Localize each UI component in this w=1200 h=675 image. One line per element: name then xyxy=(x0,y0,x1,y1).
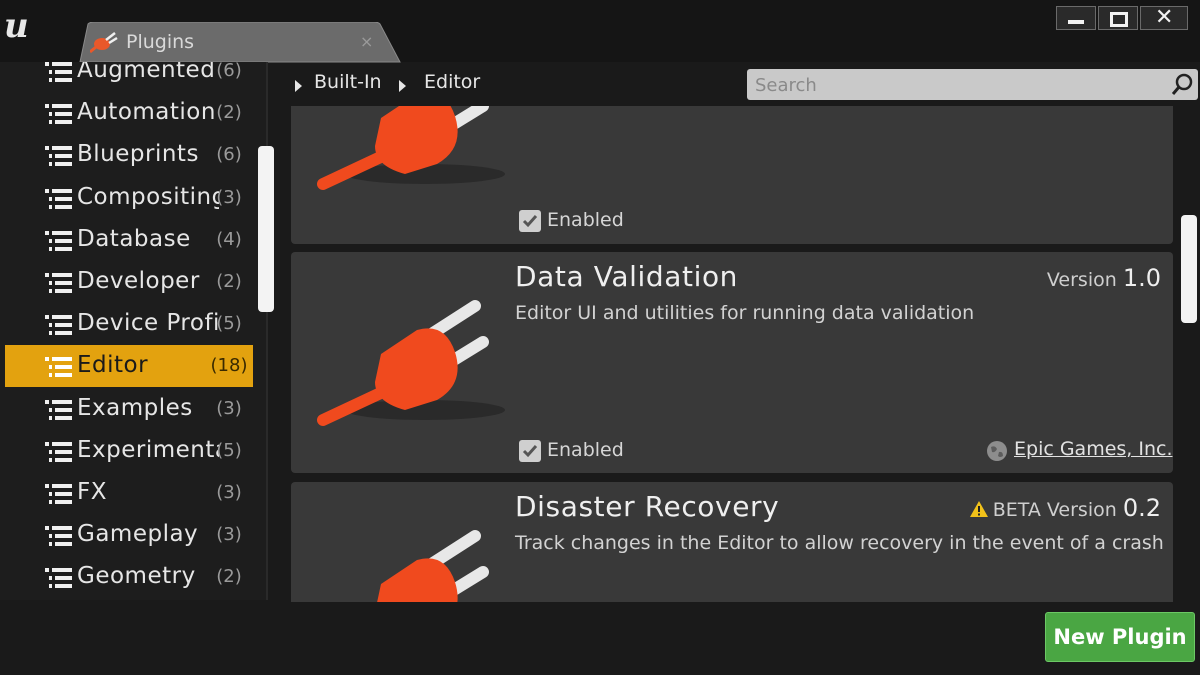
sidebar-item-count: (2) xyxy=(216,566,242,588)
plugin-plug-icon xyxy=(377,530,489,602)
list-tree-icon xyxy=(45,230,72,251)
plugin-description: Editor UI and utilities for running data… xyxy=(515,302,975,324)
list-tree-icon xyxy=(45,62,72,82)
plugin-version: Version 1.0 xyxy=(1046,264,1161,292)
sidebar-item-count: (3) xyxy=(216,397,242,419)
sidebar-item-count: (6) xyxy=(216,62,242,81)
enabled-label: Enabled xyxy=(547,439,624,461)
plugin-author: Epic Games, Inc. xyxy=(986,438,1173,464)
footer-bar xyxy=(0,602,1200,675)
sidebar-item-blueprints[interactable]: Blueprints (6) xyxy=(5,134,253,176)
sidebar-item-label: Augmented xyxy=(77,62,216,83)
author-link[interactable]: Epic Games, Inc. xyxy=(1014,438,1173,460)
list-tree-icon xyxy=(45,441,72,462)
sidebar-item-examples[interactable]: Examples (3) xyxy=(5,388,253,430)
sidebar-item-label: Compositing xyxy=(77,183,219,210)
plugin-name: Disaster Recovery xyxy=(515,490,780,523)
sidebar-item-label: Examples xyxy=(77,394,193,421)
maximize-button[interactable] xyxy=(1098,6,1138,30)
sidebar-item-label: Device Profi xyxy=(77,310,219,337)
sidebar-item-label: FX xyxy=(77,479,107,505)
globe-icon xyxy=(987,441,1007,461)
sidebar-item-device-profi[interactable]: Device Profi (5) xyxy=(5,303,253,345)
sidebar-item-label: Developer xyxy=(77,268,200,294)
list-tree-icon xyxy=(45,273,72,293)
list-tree-icon xyxy=(45,568,72,589)
plugin-card-disaster-recovery[interactable]: Disaster Recovery BETA Version 0.2 Track… xyxy=(291,482,1173,602)
breadcrumb-item-editor[interactable]: Editor xyxy=(424,71,480,93)
sidebar-item-gameplay[interactable]: Gameplay (3) xyxy=(5,514,253,556)
sidebar-item-label: Gameplay xyxy=(77,521,199,548)
sidebar-item-count: (2) xyxy=(216,102,242,124)
sidebar-item-count: (3) xyxy=(216,186,242,208)
plugin-card[interactable]: Enabled xyxy=(291,106,1173,244)
sidebar-item-editor[interactable]: Editor (18) xyxy=(5,345,253,388)
sidebar-item-fx[interactable]: FX (3) xyxy=(5,472,253,514)
breadcrumb-item-built-in[interactable]: Built-In xyxy=(314,71,382,93)
list-tree-icon xyxy=(45,399,72,420)
breadcrumb-arrow-icon xyxy=(295,80,302,92)
sidebar-divider xyxy=(266,62,268,600)
plugin-name: Data Validation xyxy=(515,260,739,293)
sidebar-item-count: (18) xyxy=(210,355,248,377)
category-sidebar: Augmented (6) Automation (2) Blueprints (6) Co… xyxy=(0,62,268,600)
unreal-logo-icon: u xyxy=(4,6,29,46)
sidebar-item-count: (2) xyxy=(216,271,242,292)
search-input[interactable] xyxy=(753,71,1167,99)
plugin-card-data-validation[interactable]: Data Validation Version 1.0 Editor UI an… xyxy=(291,252,1173,473)
sidebar-item-label: Geometry xyxy=(77,563,196,590)
list-tree-icon xyxy=(45,188,72,209)
sidebar-item-label: Editor xyxy=(77,352,149,379)
sidebar-item-compositing[interactable]: Compositing (3) xyxy=(5,177,253,219)
sidebar-item-experimenta[interactable]: Experimenta (5) xyxy=(5,430,253,472)
enabled-label: Enabled xyxy=(547,209,624,231)
tab-plugins[interactable]: Plugins × xyxy=(66,22,402,64)
plugin-list-scrollbar[interactable] xyxy=(1181,215,1197,323)
sidebar-item-count: (3) xyxy=(216,482,242,503)
sidebar-item-count: (4) xyxy=(216,228,242,250)
minimize-button[interactable] xyxy=(1056,6,1096,30)
sidebar-scrollbar[interactable] xyxy=(258,146,274,312)
warning-icon xyxy=(969,501,988,517)
search-icon[interactable] xyxy=(1172,73,1194,95)
plug-icon xyxy=(90,32,118,54)
list-tree-icon xyxy=(45,104,72,125)
sidebar-item-augmented[interactable]: Augmented (6) xyxy=(5,62,253,92)
list-tree-icon xyxy=(45,526,72,547)
plugin-plug-icon xyxy=(317,106,505,190)
sidebar-item-geometry[interactable]: Geometry (2) xyxy=(5,556,253,598)
enabled-checkbox[interactable] xyxy=(519,440,541,462)
sidebar-item-count: (6) xyxy=(216,144,242,166)
sidebar-item-automation[interactable]: Automation (2) xyxy=(5,92,253,134)
sidebar-item-count: (5) xyxy=(216,313,242,335)
plugin-list: Enabled Data Validation Version 1.0 Edit… xyxy=(290,106,1174,602)
title-bar: u Plugins × ✕ xyxy=(0,0,1200,64)
sidebar-item-label: Automation xyxy=(77,99,216,126)
sidebar-item-count: (3) xyxy=(216,524,242,546)
sidebar-item-label: Database xyxy=(77,225,191,252)
sidebar-item-label: Experimenta xyxy=(77,436,219,463)
checkmark-icon xyxy=(522,445,538,458)
list-tree-icon xyxy=(45,315,72,336)
search-box xyxy=(747,69,1198,100)
breadcrumb-arrow-icon xyxy=(399,80,406,92)
tab-close-button[interactable]: × xyxy=(360,32,373,51)
list-tree-icon xyxy=(45,146,72,167)
plugin-version: BETA Version 0.2 xyxy=(969,494,1161,522)
sidebar-item-database[interactable]: Database (4) xyxy=(5,219,253,261)
tab-title: Plugins xyxy=(126,31,195,53)
close-icon: ✕ xyxy=(1155,5,1174,30)
plugin-plug-icon xyxy=(317,300,505,426)
close-window-button[interactable]: ✕ xyxy=(1140,5,1188,30)
new-plugin-button[interactable]: New Plugin xyxy=(1045,612,1195,662)
list-tree-icon xyxy=(45,484,72,504)
sidebar-item-developer[interactable]: Developer (2) xyxy=(5,261,253,303)
plugin-description: Track changes in the Editor to allow rec… xyxy=(515,532,1164,554)
sidebar-item-label: Blueprints xyxy=(77,141,199,168)
checkmark-icon xyxy=(522,215,538,228)
list-tree-icon xyxy=(45,357,72,378)
enabled-checkbox[interactable] xyxy=(519,210,541,232)
sidebar-item-count: (5) xyxy=(216,439,242,461)
